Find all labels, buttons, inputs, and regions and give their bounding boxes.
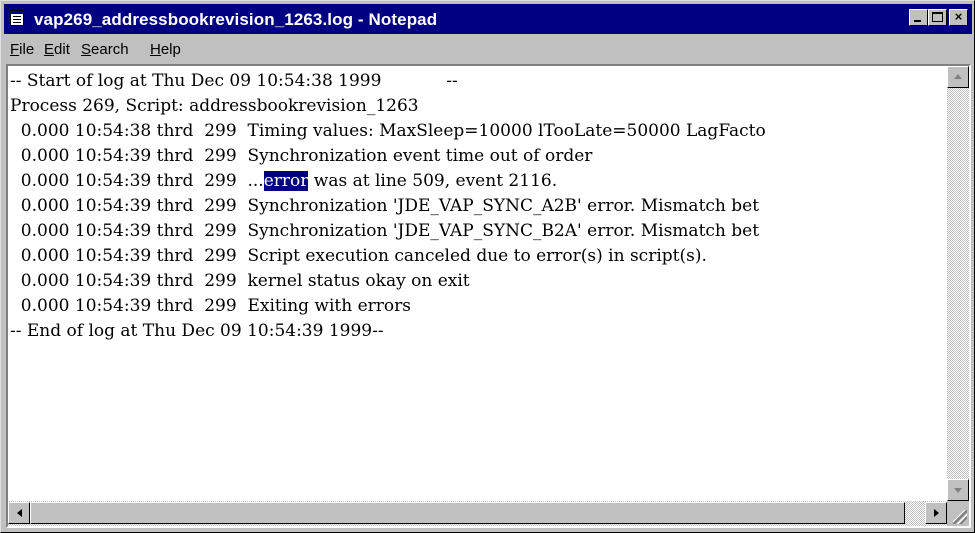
text-selection[interactable]: error <box>263 171 309 191</box>
menu-search-accel: S <box>81 41 92 58</box>
menu-help-label: elp <box>160 41 181 58</box>
window-controls: × <box>909 9 968 26</box>
horizontal-scrollbar[interactable] <box>8 501 947 526</box>
menu-edit[interactable]: Edit <box>44 41 70 58</box>
log-line-prefix: 0.000 10:54:39 thrd 299 ... <box>10 171 264 191</box>
close-button[interactable]: × <box>949 9 968 26</box>
horizontal-scroll-thumb[interactable] <box>30 502 905 524</box>
vertical-scrollbar[interactable] <box>947 66 969 501</box>
title-bar[interactable]: vap269_addressbookrevision_1263.log - No… <box>4 4 972 34</box>
scroll-down-button[interactable] <box>947 479 969 501</box>
editor-frame: -- Start of log at Thu Dec 09 10:54:38 1… <box>6 64 971 528</box>
arrow-down-icon <box>954 488 962 493</box>
menu-bar: File Edit Search Help <box>4 37 972 61</box>
log-line: -- Start of log at Thu Dec 09 10:54:38 1… <box>10 71 458 91</box>
menu-edit-label: dit <box>54 41 70 58</box>
arrow-left-icon <box>17 509 22 517</box>
menu-help-accel: H <box>150 41 161 58</box>
notepad-icon[interactable] <box>10 10 24 26</box>
log-line: -- End of log at Thu Dec 09 10:54:39 199… <box>10 321 384 341</box>
log-line: 0.000 10:54:39 thrd 299 Synchronization … <box>10 196 760 216</box>
maximize-button[interactable] <box>928 9 947 26</box>
log-line-suffix: was at line 509, event 2116. <box>308 171 558 191</box>
resize-grip-icon[interactable] <box>953 510 967 524</box>
window-title: vap269_addressbookrevision_1263.log - No… <box>34 10 438 29</box>
notepad-window: vap269_addressbookrevision_1263.log - No… <box>0 0 975 533</box>
menu-file-accel: F <box>10 41 20 58</box>
menu-file-label: ile <box>19 41 35 58</box>
log-line: 0.000 10:54:38 thrd 299 Timing values: M… <box>10 121 766 141</box>
scroll-left-button[interactable] <box>8 502 30 524</box>
scroll-up-button[interactable] <box>947 66 969 88</box>
arrow-right-icon <box>934 509 939 517</box>
menu-file[interactable]: File <box>10 41 34 58</box>
minimize-button[interactable] <box>909 9 928 26</box>
log-line: 0.000 10:54:39 thrd 299 kernel status ok… <box>10 271 470 291</box>
log-line: Process 269, Script: addressbookrevision… <box>10 96 419 116</box>
menu-search[interactable]: Search <box>81 41 129 58</box>
menu-edit-accel: E <box>44 41 55 58</box>
arrow-up-icon <box>954 74 962 79</box>
scroll-right-button[interactable] <box>925 502 947 524</box>
text-editor[interactable]: -- Start of log at Thu Dec 09 10:54:38 1… <box>8 66 947 501</box>
log-line: 0.000 10:54:39 thrd 299 Script execution… <box>10 246 707 266</box>
menu-search-label: earch <box>91 41 129 58</box>
log-line: 0.000 10:54:39 thrd 299 Exiting with err… <box>10 296 411 316</box>
log-line-selected: 0.000 10:54:39 thrd 299 ...error was at … <box>10 169 557 194</box>
log-line: 0.000 10:54:39 thrd 299 Synchronization … <box>10 146 593 166</box>
log-line: 0.000 10:54:39 thrd 299 Synchronization … <box>10 221 760 241</box>
menu-help[interactable]: Help <box>150 41 181 58</box>
scrollbar-corner <box>947 501 969 526</box>
